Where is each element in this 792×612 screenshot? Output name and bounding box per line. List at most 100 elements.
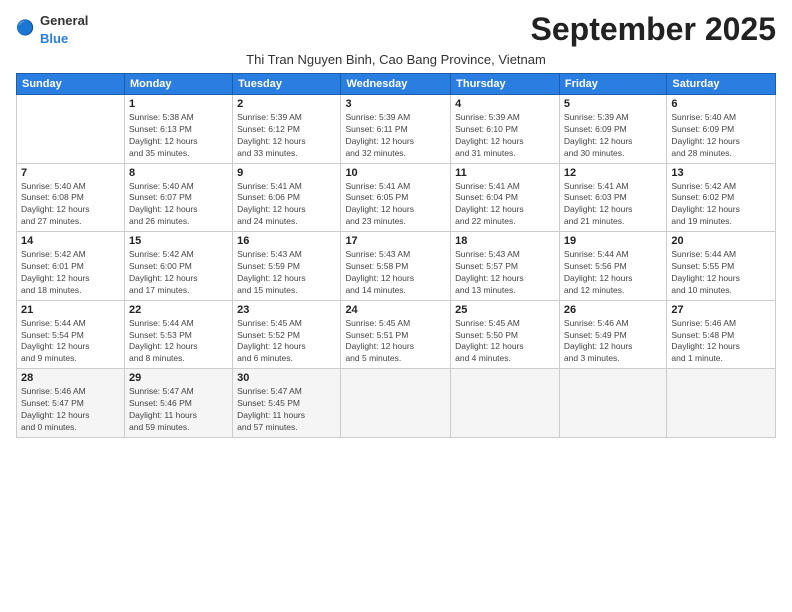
table-row bbox=[341, 369, 451, 438]
day-info: Sunrise: 5:45 AM Sunset: 5:52 PM Dayligh… bbox=[237, 318, 336, 366]
day-info: Sunrise: 5:41 AM Sunset: 6:03 PM Dayligh… bbox=[564, 181, 662, 229]
day-info: Sunrise: 5:40 AM Sunset: 6:07 PM Dayligh… bbox=[129, 181, 228, 229]
table-row bbox=[451, 369, 560, 438]
day-info: Sunrise: 5:43 AM Sunset: 5:57 PM Dayligh… bbox=[455, 249, 555, 297]
day-info: Sunrise: 5:46 AM Sunset: 5:48 PM Dayligh… bbox=[671, 318, 771, 366]
table-row bbox=[559, 369, 666, 438]
logo: 🔵 General Blue bbox=[16, 12, 88, 48]
day-number: 2 bbox=[237, 98, 336, 110]
logo-icon: 🔵 bbox=[16, 18, 36, 43]
day-info: Sunrise: 5:39 AM Sunset: 6:12 PM Dayligh… bbox=[237, 112, 336, 160]
table-row bbox=[667, 369, 776, 438]
col-wednesday: Wednesday bbox=[341, 74, 451, 95]
day-info: Sunrise: 5:44 AM Sunset: 5:54 PM Dayligh… bbox=[21, 318, 120, 366]
day-info: Sunrise: 5:44 AM Sunset: 5:56 PM Dayligh… bbox=[564, 249, 662, 297]
day-info: Sunrise: 5:47 AM Sunset: 5:46 PM Dayligh… bbox=[129, 386, 228, 434]
calendar-week-row: 1 Sunrise: 5:38 AM Sunset: 6:13 PM Daylig… bbox=[17, 95, 776, 164]
table-row: 27 Sunrise: 5:46 AM Sunset: 5:48 PM Dayli… bbox=[667, 300, 776, 369]
table-row: 10 Sunrise: 5:41 AM Sunset: 6:05 PM Dayli… bbox=[341, 163, 451, 232]
day-info: Sunrise: 5:44 AM Sunset: 5:53 PM Dayligh… bbox=[129, 318, 228, 366]
col-friday: Friday bbox=[559, 74, 666, 95]
table-row bbox=[17, 95, 125, 164]
day-number: 25 bbox=[455, 304, 555, 316]
col-tuesday: Tuesday bbox=[233, 74, 341, 95]
table-row: 24Sunrise: 5:45 AM Sunset: 5:51 PM Dayli… bbox=[341, 300, 451, 369]
table-row: 23Sunrise: 5:45 AM Sunset: 5:52 PM Dayli… bbox=[233, 300, 341, 369]
day-info: Sunrise: 5:41 AM Sunset: 6:04 PM Dayligh… bbox=[455, 181, 555, 229]
calendar-week-row: 28 Sunrise: 5:46 AM Sunset: 5:47 PM Dayli… bbox=[17, 369, 776, 438]
table-row: 29Sunrise: 5:47 AM Sunset: 5:46 PM Dayli… bbox=[124, 369, 232, 438]
month-title: September 2025 bbox=[531, 12, 776, 47]
day-info: Sunrise: 5:39 AM Sunset: 6:09 PM Dayligh… bbox=[564, 112, 662, 160]
title-block: September 2025 bbox=[531, 12, 776, 47]
table-row: 26Sunrise: 5:46 AM Sunset: 5:49 PM Dayli… bbox=[559, 300, 666, 369]
table-row: 11 Sunrise: 5:41 AM Sunset: 6:04 PM Dayli… bbox=[451, 163, 560, 232]
day-info: Sunrise: 5:42 AM Sunset: 6:01 PM Dayligh… bbox=[21, 249, 120, 297]
day-info: Sunrise: 5:44 AM Sunset: 5:55 PM Dayligh… bbox=[671, 249, 771, 297]
day-info: Sunrise: 5:41 AM Sunset: 6:05 PM Dayligh… bbox=[345, 181, 446, 229]
table-row: 18 Sunrise: 5:43 AM Sunset: 5:57 PM Dayli… bbox=[451, 232, 560, 301]
day-number: 15 bbox=[129, 235, 228, 247]
table-row: 22 Sunrise: 5:44 AM Sunset: 5:53 PM Dayli… bbox=[124, 300, 232, 369]
day-info: Sunrise: 5:45 AM Sunset: 5:51 PM Dayligh… bbox=[345, 318, 446, 366]
header-top: 🔵 General Blue September 2025 bbox=[16, 12, 776, 48]
day-info: Sunrise: 5:42 AM Sunset: 6:00 PM Dayligh… bbox=[129, 249, 228, 297]
col-monday: Monday bbox=[124, 74, 232, 95]
day-number: 27 bbox=[671, 304, 771, 316]
day-number: 12 bbox=[564, 167, 662, 179]
day-info: Sunrise: 5:39 AM Sunset: 6:10 PM Dayligh… bbox=[455, 112, 555, 160]
table-row: 15 Sunrise: 5:42 AM Sunset: 6:00 PM Dayli… bbox=[124, 232, 232, 301]
day-info: Sunrise: 5:43 AM Sunset: 5:58 PM Dayligh… bbox=[345, 249, 446, 297]
table-row: 20 Sunrise: 5:44 AM Sunset: 5:55 PM Dayli… bbox=[667, 232, 776, 301]
calendar-table: Sunday Monday Tuesday Wednesday Thursday… bbox=[16, 73, 776, 438]
svg-text:🔵: 🔵 bbox=[16, 18, 34, 36]
day-number: 30 bbox=[237, 372, 336, 384]
day-number: 7 bbox=[21, 167, 120, 179]
table-row: 19 Sunrise: 5:44 AM Sunset: 5:56 PM Dayli… bbox=[559, 232, 666, 301]
day-number: 13 bbox=[671, 167, 771, 179]
table-row: 13Sunrise: 5:42 AM Sunset: 6:02 PM Dayli… bbox=[667, 163, 776, 232]
table-row: 25 Sunrise: 5:45 AM Sunset: 5:50 PM Dayli… bbox=[451, 300, 560, 369]
calendar-week-row: 21 Sunrise: 5:44 AM Sunset: 5:54 PM Dayli… bbox=[17, 300, 776, 369]
table-row: 8 Sunrise: 5:40 AM Sunset: 6:07 PM Daylig… bbox=[124, 163, 232, 232]
day-number: 14 bbox=[21, 235, 120, 247]
logo-general: General bbox=[40, 12, 88, 30]
day-number: 17 bbox=[345, 235, 446, 247]
table-row: 9Sunrise: 5:41 AM Sunset: 6:06 PM Daylig… bbox=[233, 163, 341, 232]
page: 🔵 General Blue September 2025 Thi Tran N… bbox=[0, 0, 792, 612]
col-sunday: Sunday bbox=[17, 74, 125, 95]
day-info: Sunrise: 5:46 AM Sunset: 5:47 PM Dayligh… bbox=[21, 386, 120, 434]
day-info: Sunrise: 5:47 AM Sunset: 5:45 PM Dayligh… bbox=[237, 386, 336, 434]
day-info: Sunrise: 5:41 AM Sunset: 6:06 PM Dayligh… bbox=[237, 181, 336, 229]
day-number: 18 bbox=[455, 235, 555, 247]
day-number: 19 bbox=[564, 235, 662, 247]
day-number: 6 bbox=[671, 98, 771, 110]
location-subtitle: Thi Tran Nguyen Binh, Cao Bang Province,… bbox=[16, 52, 776, 67]
day-number: 10 bbox=[345, 167, 446, 179]
calendar-week-row: 14 Sunrise: 5:42 AM Sunset: 6:01 PM Dayli… bbox=[17, 232, 776, 301]
day-number: 5 bbox=[564, 98, 662, 110]
col-thursday: Thursday bbox=[451, 74, 560, 95]
day-info: Sunrise: 5:38 AM Sunset: 6:13 PM Dayligh… bbox=[129, 112, 228, 160]
day-number: 20 bbox=[671, 235, 771, 247]
day-number: 22 bbox=[129, 304, 228, 316]
day-number: 28 bbox=[21, 372, 120, 384]
table-row: 16Sunrise: 5:43 AM Sunset: 5:59 PM Dayli… bbox=[233, 232, 341, 301]
day-number: 21 bbox=[21, 304, 120, 316]
day-number: 3 bbox=[345, 98, 446, 110]
day-number: 11 bbox=[455, 167, 555, 179]
table-row: 14 Sunrise: 5:42 AM Sunset: 6:01 PM Dayli… bbox=[17, 232, 125, 301]
table-row: 6 Sunrise: 5:40 AM Sunset: 6:09 PM Daylig… bbox=[667, 95, 776, 164]
col-saturday: Saturday bbox=[667, 74, 776, 95]
day-info: Sunrise: 5:40 AM Sunset: 6:08 PM Dayligh… bbox=[21, 181, 120, 229]
day-info: Sunrise: 5:45 AM Sunset: 5:50 PM Dayligh… bbox=[455, 318, 555, 366]
table-row: 4Sunrise: 5:39 AM Sunset: 6:10 PM Daylig… bbox=[451, 95, 560, 164]
day-number: 1 bbox=[129, 98, 228, 110]
calendar-week-row: 7 Sunrise: 5:40 AM Sunset: 6:08 PM Daylig… bbox=[17, 163, 776, 232]
table-row: 17 Sunrise: 5:43 AM Sunset: 5:58 PM Dayli… bbox=[341, 232, 451, 301]
table-row: 12 Sunrise: 5:41 AM Sunset: 6:03 PM Dayli… bbox=[559, 163, 666, 232]
table-row: 28 Sunrise: 5:46 AM Sunset: 5:47 PM Dayli… bbox=[17, 369, 125, 438]
calendar-header-row: Sunday Monday Tuesday Wednesday Thursday… bbox=[17, 74, 776, 95]
day-info: Sunrise: 5:40 AM Sunset: 6:09 PM Dayligh… bbox=[671, 112, 771, 160]
day-number: 8 bbox=[129, 167, 228, 179]
